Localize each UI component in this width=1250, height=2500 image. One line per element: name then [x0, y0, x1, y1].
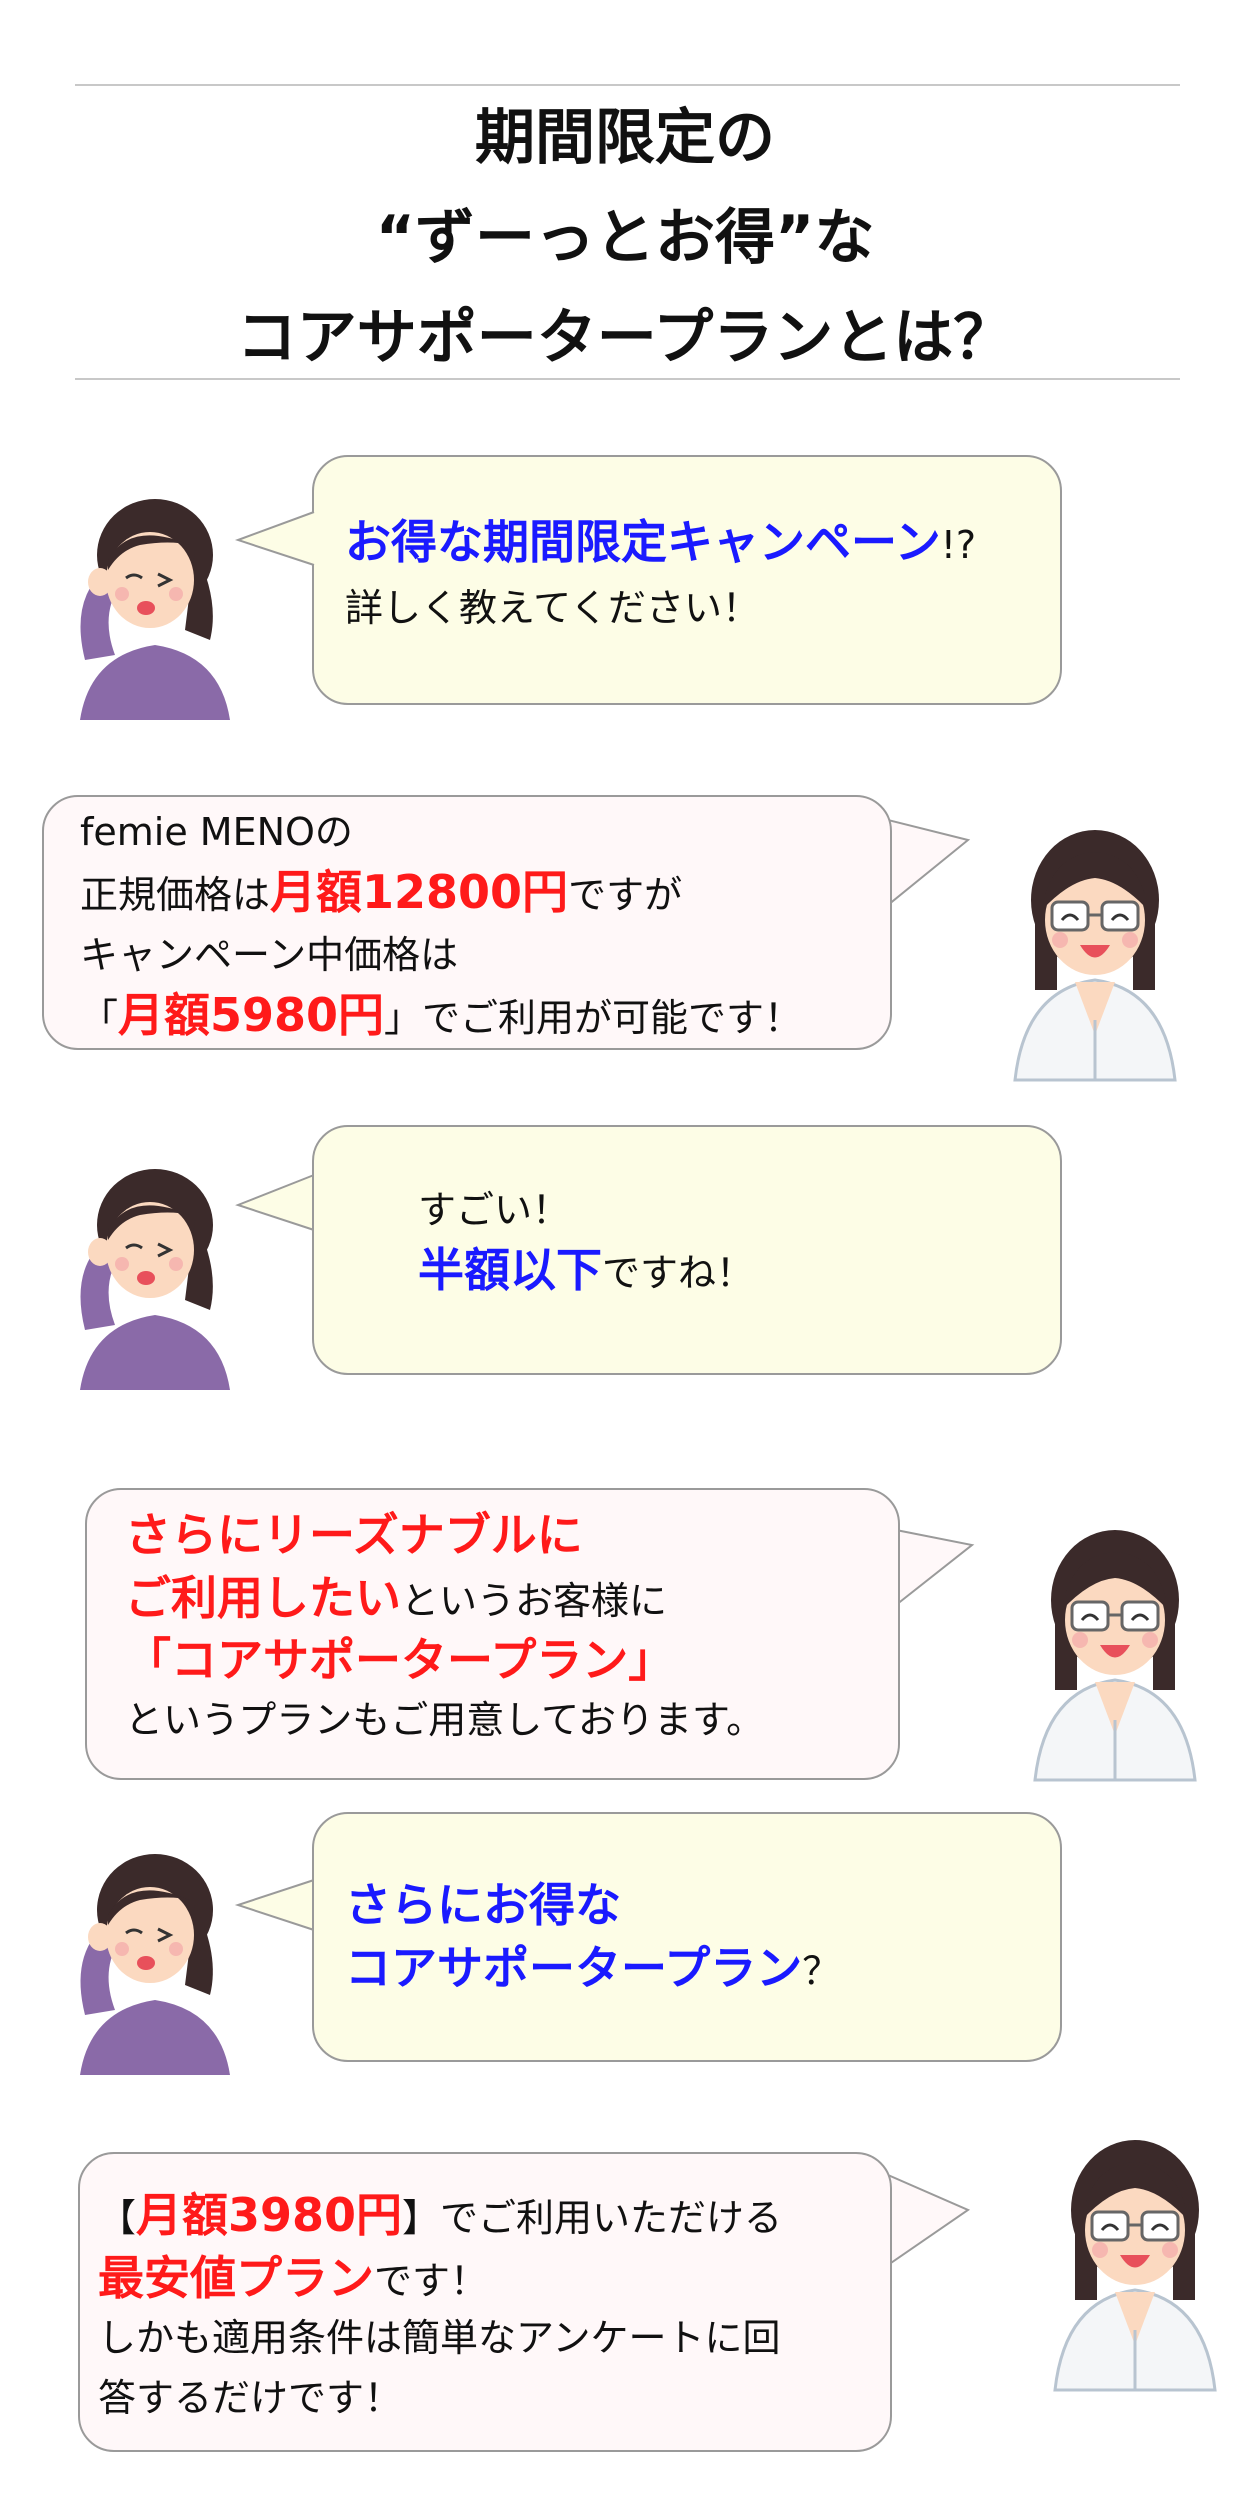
doctor-illustration	[1013, 828, 1177, 1082]
title-line-1: 期間限定の	[475, 103, 775, 173]
title-line-2: “ずーっとお得”な	[375, 203, 875, 273]
answer-3-line-3: しかも適用条件は簡単なアンケートに回	[98, 2316, 781, 2360]
customer-illustration	[78, 1852, 232, 2077]
answer-3-line-2: 最安値プランです！	[98, 2251, 489, 2305]
answer-2-line-4: というプランもご用意しております。	[125, 1698, 765, 1742]
title-line-3: コアサポータープランとは？	[236, 303, 1014, 373]
core-supporter-plan-name: 「コアサポータープラン」	[125, 1633, 675, 1687]
page-title: 期間限定の “ずーっとお得”な コアサポータープランとは？	[0, 88, 1250, 388]
answer-1-line-1: femie MENOの	[80, 810, 353, 854]
answer-1-line-2: 正規価格は月額12800円ですが	[80, 865, 683, 919]
bottom-divider	[75, 378, 1180, 380]
question-3-line-1: さらにお得な	[345, 1878, 621, 1932]
regular-price: 月額12800円	[270, 865, 569, 919]
customer-illustration	[78, 497, 232, 722]
customer-illustration	[78, 1167, 232, 1392]
doctor-illustration	[1033, 1528, 1197, 1782]
question-2-line-1: すごい！	[418, 1188, 571, 1232]
question-2-line-2: 半額以下ですね！	[418, 1243, 755, 1297]
answer-3-line-1: 【月額3980円】でご利用いただける	[98, 2188, 783, 2242]
doctor-illustration	[1053, 2138, 1217, 2392]
answer-1-line-3: キャンペーン中価格は	[80, 933, 459, 977]
answer-2-line-2: ご利用したいというお客様に	[125, 1571, 668, 1625]
answer-2-line-1: さらにリーズナブルに	[125, 1508, 583, 1562]
lowest-price: 月額3980円	[136, 2188, 403, 2242]
campaign-price: 月額5980円	[118, 988, 385, 1042]
question-1-line-1: お得な期間限定キャンペーン!?	[345, 515, 977, 569]
answer-3-line-4: 答するだけです！	[98, 2376, 403, 2420]
half-price-emphasis: 半額以下	[418, 1243, 602, 1297]
campaign-emphasis: お得な期間限定キャンペーン	[345, 515, 941, 569]
question-3-line-2: コアサポータープラン？	[345, 1941, 841, 1995]
top-divider	[75, 84, 1180, 86]
lowest-plan-emphasis: 最安値プラン	[98, 2251, 374, 2305]
question-1-line-2: 詳しく教えてください！	[345, 586, 760, 630]
answer-1-line-4: 「月額5980円」でご利用が可能です！	[80, 988, 803, 1042]
question-bubble-3	[312, 1812, 1062, 2062]
